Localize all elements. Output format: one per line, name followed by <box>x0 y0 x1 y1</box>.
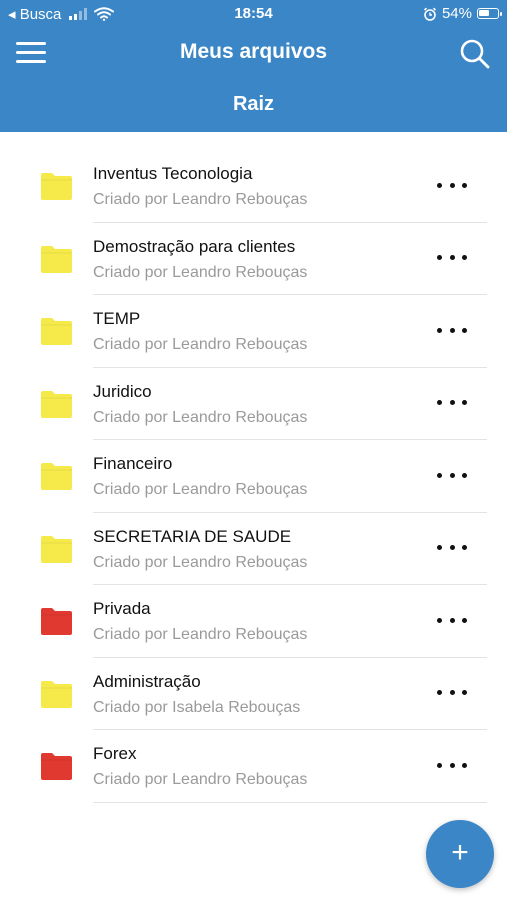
file-creator: Criado por Leandro Rebouças <box>93 336 308 353</box>
file-creator: Criado por Leandro Rebouças <box>93 191 308 208</box>
app-header: ◂ Busca 18:54 54% Meus arquivos Raiz <box>0 0 507 132</box>
file-name: Juridico <box>93 381 152 401</box>
folder-icon <box>41 390 72 418</box>
folder-icon <box>41 463 72 490</box>
file-name: Forex <box>93 744 137 763</box>
more-options-icon[interactable] <box>437 322 467 338</box>
file-name: Inventus Teconologia <box>93 164 253 183</box>
file-creator: Criado por Leandro Rebouças <box>93 408 308 426</box>
more-options-icon[interactable] <box>437 177 467 193</box>
breadcrumb[interactable]: Raiz <box>0 93 507 116</box>
file-creator: Criado por Leandro Rebouças <box>93 553 308 571</box>
list-item[interactable]: Administração Criado por Isabela Rebouças <box>0 658 507 730</box>
status-right: 54% <box>423 5 502 22</box>
file-name: SECRETARIA DE SAUDE <box>93 526 292 546</box>
list-item[interactable]: Inventus Teconologia Criado por Leandro R… <box>0 150 507 223</box>
list-item[interactable]: Forex Criado por Leandro Rebouças <box>0 730 507 803</box>
folder-icon <box>41 608 72 635</box>
file-creator: Criado por Leandro Rebouças <box>93 481 308 498</box>
file-creator: Criado por Leandro Rebouças <box>93 263 308 281</box>
add-button[interactable]: + <box>426 820 494 888</box>
list-item[interactable]: Privada Criado por Leandro Rebouças <box>0 585 507 658</box>
list-item[interactable]: Financeiro Criado por Leandro Rebouças <box>0 440 507 513</box>
battery-percent: 54% <box>441 5 472 22</box>
folder-icon <box>41 680 72 708</box>
list-item[interactable]: TEMP Criado por Leandro Rebouças <box>0 295 507 368</box>
list-item[interactable]: Juridico Criado por Leandro Rebouças <box>0 368 507 440</box>
file-name: Privada <box>93 599 151 618</box>
file-name: Financeiro <box>93 454 173 473</box>
file-creator: Criado por Isabela Rebouças <box>93 698 301 716</box>
more-options-icon[interactable] <box>437 540 467 556</box>
more-options-icon[interactable] <box>437 467 467 483</box>
folder-icon <box>41 753 72 780</box>
more-options-icon[interactable] <box>437 395 467 411</box>
list-item[interactable]: SECRETARIA DE SAUDE Criado por Leandro Re… <box>0 513 507 585</box>
folder-icon <box>41 318 72 345</box>
more-options-icon[interactable] <box>437 250 467 266</box>
list-item[interactable]: Demostração para clientes Criado por Lean… <box>0 223 507 295</box>
folder-icon <box>41 245 72 273</box>
file-creator: Criado por Leandro Rebouças <box>93 626 308 643</box>
file-name: Administração <box>93 671 201 691</box>
more-options-icon[interactable] <box>437 612 467 628</box>
folder-icon <box>41 535 72 563</box>
divider <box>93 801 487 803</box>
file-name: TEMP <box>93 309 141 328</box>
folder-icon <box>41 173 72 200</box>
more-options-icon[interactable] <box>437 685 467 701</box>
search-icon[interactable] <box>459 38 491 70</box>
battery-icon <box>477 8 502 19</box>
status-bar: ◂ Busca 18:54 54% <box>0 0 507 28</box>
page-title: Meus arquivos <box>179 40 328 63</box>
alarm-icon <box>423 7 437 21</box>
file-name: Demostração para clientes <box>93 236 296 256</box>
file-creator: Criado por Leandro Rebouças <box>93 771 308 788</box>
more-options-icon[interactable] <box>437 757 467 773</box>
file-list: Inventus Teconologia Criado por Leandro R… <box>0 150 507 803</box>
